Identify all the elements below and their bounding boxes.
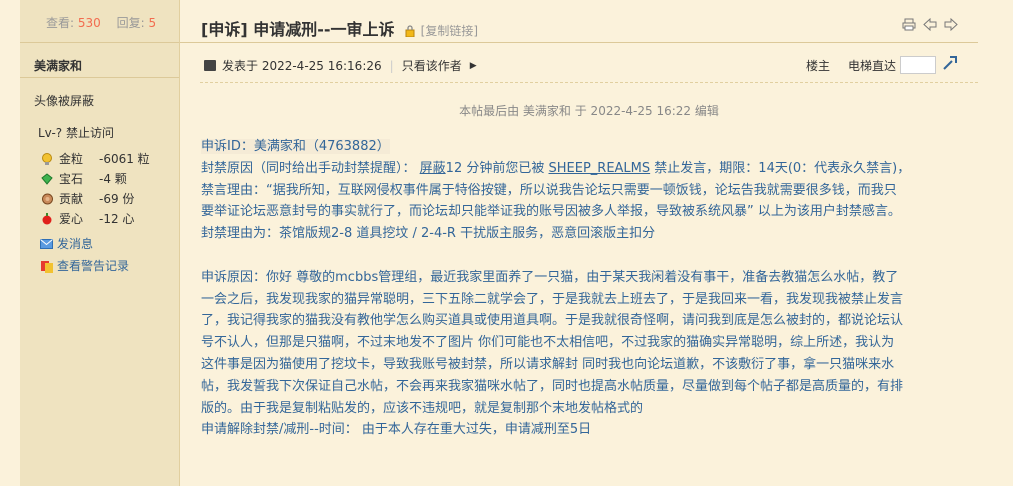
jump-go-icon[interactable]	[942, 55, 958, 75]
credit-value: -4 颗	[99, 172, 127, 186]
credit-gold: 金粒 -6061 粒	[40, 149, 179, 169]
appeal-reason-line: 号不认人，但那是只猫啊，不过末地发不了图片 你们可能也不太相信吧，不过我家的猫确…	[201, 335, 895, 351]
credits-list: 金粒 -6061 粒 宝石 -4 颗 贡献 -69 份 爱心 -12 心	[20, 141, 179, 229]
only-author-link[interactable]: 只看该作者	[402, 57, 462, 74]
author-actions: 发消息 查看警告记录	[20, 229, 179, 277]
credit-label: 金粒	[59, 152, 84, 166]
warning-icon	[40, 260, 54, 273]
ban-reason-mid: 12 分钟前您已被	[445, 160, 545, 176]
ban-reason-prefix: 封禁原因（同时给出手动封禁提醒）：	[201, 160, 416, 176]
ban-reason-suffix: 禁止发言，期限：14天(0：代表永久禁言)，	[654, 160, 911, 176]
ban-statement-line: 要举证论坛恶意封号的事实就行了，而论坛却只能举证我的账号因被多人举报，导致被系统…	[201, 204, 901, 220]
contribution-icon	[40, 192, 54, 206]
title-tools	[902, 17, 958, 35]
appeal-reason-line: 了，我记得我家的猫我没有教他学怎么购买道具或使用道具啊。于是我就很奇怪啊，请问我…	[201, 313, 904, 329]
edit-note: 本帖最后由 美满家和 于 2022-4-25 16:22 编辑	[459, 104, 719, 118]
print-icon[interactable]	[902, 18, 916, 35]
gold-icon	[40, 152, 54, 166]
appeal-reason-line: 一会之后，我发现我家的猫异常聪明，三下五除二就学会了，于是我就去上班去了，于是我…	[201, 291, 904, 307]
blocked-link[interactable]: 屏蔽	[420, 161, 446, 176]
jump-label: 电梯直达	[847, 58, 896, 73]
thread-stats: 查看: 530 回复: 5	[20, 0, 179, 42]
views-count: 530	[77, 16, 101, 30]
divider: |	[389, 58, 394, 73]
credit-label: 爱心	[59, 212, 84, 226]
caret-right-icon: ▶	[469, 60, 477, 71]
credit-value: -6061 粒	[99, 152, 150, 166]
appeal-reason-line: 版的。由于我是复制粘贴发的，应该不违规吧，就是复制那个末地发帖格式的	[201, 400, 644, 416]
send-message-label: 发消息	[57, 237, 94, 251]
heart-icon	[40, 212, 54, 226]
floor-nav: 楼主 电梯直达	[806, 55, 958, 75]
next-thread-icon[interactable]	[944, 17, 958, 35]
credit-label: 宝石	[59, 172, 84, 186]
author-avatar-icon	[204, 60, 216, 71]
floor-label: 楼主	[805, 58, 830, 73]
post-time: 发表于 2022-4-25 16:16:26	[222, 59, 382, 73]
thread-title-text: [申诉] 申请减刑--一审上诉	[201, 20, 395, 39]
appeal-reason-line: 申诉原因：你好 尊敬的mcbbs管理组，最近我家里面养了一只猫，由于某天我闲着没…	[201, 269, 899, 285]
replies-label: 回复:	[116, 16, 145, 30]
view-warnings-label: 查看警告记录	[57, 259, 130, 273]
replies-count: 5	[148, 16, 157, 30]
avatar-blocked-note: 头像被屏蔽	[34, 94, 95, 108]
appeal-reason-line: 这件事是因为猫使用了挖坟卡，导致我账号被封禁，所以请求解封 同时我也向论坛道歉，…	[201, 356, 895, 372]
lock-icon	[405, 22, 415, 41]
credit-gem: 宝石 -4 颗	[40, 169, 179, 189]
post-meta-bar: 发表于 2022-4-25 16:16:26 | 只看该作者 ▶ 楼主 电梯直达	[200, 43, 978, 83]
floor-jump-input[interactable]	[900, 56, 936, 74]
send-message-link[interactable]: 发消息	[40, 233, 179, 255]
views-label: 查看:	[46, 16, 75, 30]
appeal-request-line: 申请解除封禁/减刑--时间： 由于本人存在重大过失，申请减刑至5日	[201, 422, 592, 438]
title-bar: [申诉] 申请减刑--一审上诉 [复制链接]	[180, 0, 978, 43]
ban-reason-line: 封禁原因（同时给出手动封禁提醒）： 屏蔽12 分钟前您已被 SHEEP_REAL…	[201, 158, 951, 180]
ban-rule-line: 封禁理由为：茶馆版规2-8 道具挖坟 / 2-4-R 干扰版主服务，恶意回滚版主…	[201, 226, 656, 242]
appeal-reason-line: 帖，我发誓我下次保证自己水帖，不会再来我家猫咪水帖了，同时也提高水帖质量，尽量做…	[201, 378, 904, 394]
gem-icon	[40, 172, 54, 186]
credit-value: -69 份	[99, 192, 135, 206]
prev-thread-icon[interactable]	[923, 17, 937, 35]
credit-value: -12 心	[99, 212, 135, 226]
user-level: Lv-? 禁止访问	[38, 126, 114, 140]
moderator-link[interactable]: SHEEP_REALMS	[549, 161, 651, 176]
credit-label: 贡献	[59, 192, 84, 206]
post-info: 发表于 2022-4-25 16:16:26 | 只看该作者 ▶	[204, 57, 477, 74]
author-sidebar: 查看: 530 回复: 5 美满家和 头像被屏蔽 Lv-? 禁止访问 金粒 -6…	[20, 0, 180, 486]
appeal-id: 申诉ID：美满家和（4763882）	[201, 139, 390, 154]
post-body: 申诉ID：美满家和（4763882） 封禁原因（同时给出手动封禁提醒）： 屏蔽1…	[201, 136, 951, 441]
copy-link-button[interactable]: [复制链接]	[421, 24, 478, 38]
message-icon	[40, 239, 54, 249]
credit-contribution: 贡献 -69 份	[40, 189, 179, 209]
ban-statement-line: 禁言理由：“据我所知，互联网侵权事件属于特俗按键，所以说我告论坛只需要一顿饭钱，…	[201, 182, 897, 198]
credit-heart: 爱心 -12 心	[40, 209, 179, 229]
view-warnings-link[interactable]: 查看警告记录	[40, 255, 179, 277]
post-main: [申诉] 申请减刑--一审上诉 [复制链接] 发表于 2022-4-25 16:…	[180, 0, 978, 486]
author-name[interactable]: 美满家和	[20, 43, 179, 77]
thread-title: [申诉] 申请减刑--一审上诉 [复制链接]	[201, 16, 478, 41]
